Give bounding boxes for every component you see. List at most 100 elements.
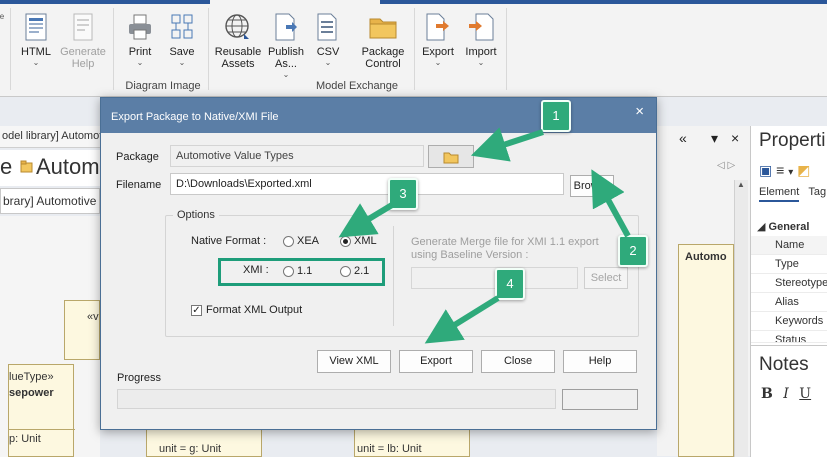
breadcrumb[interactable]: brary] Automotive Va — [0, 188, 100, 214]
publish-as-button[interactable]: Publish As... ⌄ — [264, 12, 308, 79]
export-button[interactable]: Export — [399, 350, 473, 373]
ribbon-clipped-button: e — [0, 12, 5, 21]
notes-title: Notes — [759, 354, 809, 375]
notes-format-toolbar: B I U — [761, 386, 811, 402]
ribbon-accent-line — [0, 0, 827, 4]
chevron-down-icon: ⌄ — [477, 58, 485, 67]
class-attribute: p: Unit — [9, 433, 41, 445]
class-element-horsepower[interactable]: lueType» sepower p: Unit — [8, 364, 75, 457]
native-format-label: Native Format : — [191, 235, 267, 247]
property-row[interactable]: Type — [751, 255, 827, 274]
close-button[interactable]: Close — [481, 350, 555, 373]
generate-help-button[interactable]: Generate Help — [58, 12, 108, 70]
package-label: Package — [116, 151, 159, 163]
options-divider — [393, 226, 394, 326]
chevron-down-icon: ⌄ — [136, 58, 144, 67]
radio-xmi-2-1-label[interactable]: 2.1 — [354, 265, 369, 277]
help-button[interactable]: Help — [563, 350, 637, 373]
save-icon[interactable]: ▣ — [759, 162, 772, 178]
diagram-title: e Automo — [0, 150, 100, 186]
callout-2: 2 — [618, 235, 648, 267]
radio-xmi-2-1[interactable] — [340, 266, 351, 277]
browse-button[interactable]: Browse — [570, 175, 614, 197]
import-button[interactable]: Import ⌄ — [460, 12, 502, 67]
options-legend: Options — [173, 209, 219, 221]
radio-xml-label[interactable]: XML — [354, 235, 377, 247]
properties-toolbar[interactable]: ▣ ≡ ▾ ◩ — [759, 162, 810, 179]
html-button[interactable]: HTML ⌄ — [18, 12, 54, 67]
tab-element[interactable]: Element — [759, 186, 800, 202]
group-label-diagram-image: Diagram Image — [125, 80, 201, 92]
save-image-icon — [171, 14, 193, 39]
export-button[interactable]: Export ⌄ — [418, 12, 458, 67]
property-row[interactable]: Name — [751, 236, 827, 255]
radio-xml[interactable] — [340, 236, 351, 247]
ribbon-accent-gap — [210, 0, 380, 4]
dialog-titlebar[interactable]: Export Package to Native/XMI File × — [101, 98, 656, 133]
property-row[interactable]: Keywords — [751, 312, 827, 331]
vertical-scrollbar[interactable]: ▲ — [734, 180, 748, 457]
property-row[interactable]: Status — [751, 331, 827, 343]
class-attribute: unit = lb: Unit — [357, 443, 422, 455]
chevron-down-icon[interactable]: ▾ — [788, 167, 793, 178]
scroll-up-icon[interactable]: ▲ — [737, 180, 745, 189]
package-field: Automotive Value Types — [170, 145, 424, 167]
package-control-folder-icon — [369, 18, 397, 39]
csv-button[interactable]: CSV ⌄ — [312, 12, 344, 67]
radio-xmi-1-1[interactable] — [283, 266, 294, 277]
generate-help-icon — [73, 13, 93, 41]
italic-button[interactable]: I — [783, 386, 789, 402]
properties-section-general[interactable]: ◢ General — [757, 220, 809, 233]
class-attribute: unit = g: Unit — [159, 443, 222, 455]
class-element-automotive[interactable]: Automo — [678, 244, 734, 457]
print-button[interactable]: Print ⌄ — [122, 12, 158, 67]
class-element-pounds[interactable]: unit = lb: Unit — [354, 429, 470, 457]
format-xml-checkbox[interactable]: ✓ — [191, 305, 202, 316]
collapse-icon[interactable]: « — [679, 130, 687, 146]
save-button[interactable]: Save ⌄ — [164, 12, 200, 67]
class-element-grams[interactable]: unit = g: Unit — [146, 429, 262, 457]
callout-3: 3 — [388, 178, 418, 210]
reusable-assets-globe-icon — [225, 14, 249, 39]
diagram-canvas[interactable]: «v lueType» sepower p: Unit — [0, 216, 100, 457]
progress-label: Progress — [117, 372, 162, 384]
close-icon[interactable]: × — [731, 130, 739, 146]
diagram-tab[interactable]: odel library] Automoti — [0, 126, 100, 148]
property-row[interactable]: Alias — [751, 293, 827, 312]
csv-icon — [317, 13, 337, 41]
dialog-close-button[interactable]: × — [635, 103, 644, 120]
radio-xmi-1-1-label[interactable]: 1.1 — [297, 265, 312, 277]
radio-xea-label[interactable]: XEA — [297, 235, 319, 247]
filename-input[interactable]: D:\Downloads\Exported.xml — [170, 173, 564, 195]
filename-label: Filename — [116, 179, 162, 191]
tab-tags[interactable]: Tag — [808, 186, 826, 198]
ribbon-separator — [506, 8, 507, 90]
class-element[interactable]: «v — [64, 300, 100, 360]
ribbon-separator — [113, 8, 114, 90]
ribbon-separator — [414, 8, 415, 90]
bold-button[interactable]: B — [761, 386, 773, 402]
print-icon — [129, 14, 151, 40]
view-xml-button[interactable]: View XML — [317, 350, 391, 373]
package-picker-button[interactable] — [428, 145, 474, 168]
underline-button[interactable]: U — [799, 386, 811, 402]
callout-4: 4 — [495, 268, 525, 300]
class-stereotype: «v — [87, 311, 99, 323]
radio-xea[interactable] — [283, 236, 294, 247]
package-icon — [20, 160, 33, 173]
reusable-assets-button[interactable]: Reusable Assets — [214, 12, 262, 70]
package-icon[interactable]: ◩ — [797, 162, 810, 178]
package-control-button[interactable]: Package Control — [356, 12, 410, 70]
title-prefix: e — [0, 154, 13, 179]
format-xml-label[interactable]: Format XML Output — [206, 304, 302, 316]
class-name: sepower — [9, 387, 54, 399]
nav-arrows-icon[interactable]: ◁ ▷ — [717, 160, 735, 171]
merge-file-label: Generate Merge file for XMI 1.1 export u… — [411, 236, 599, 261]
progress-status-box — [562, 389, 638, 410]
folder-icon — [443, 152, 459, 164]
menu-icon[interactable]: ≡ — [776, 162, 784, 178]
chevron-down-icon: ⌄ — [434, 58, 442, 67]
chevron-down-icon: ⌄ — [324, 58, 332, 67]
dropdown-icon[interactable]: ▾ — [711, 130, 718, 147]
property-row[interactable]: Stereotype — [751, 274, 827, 293]
